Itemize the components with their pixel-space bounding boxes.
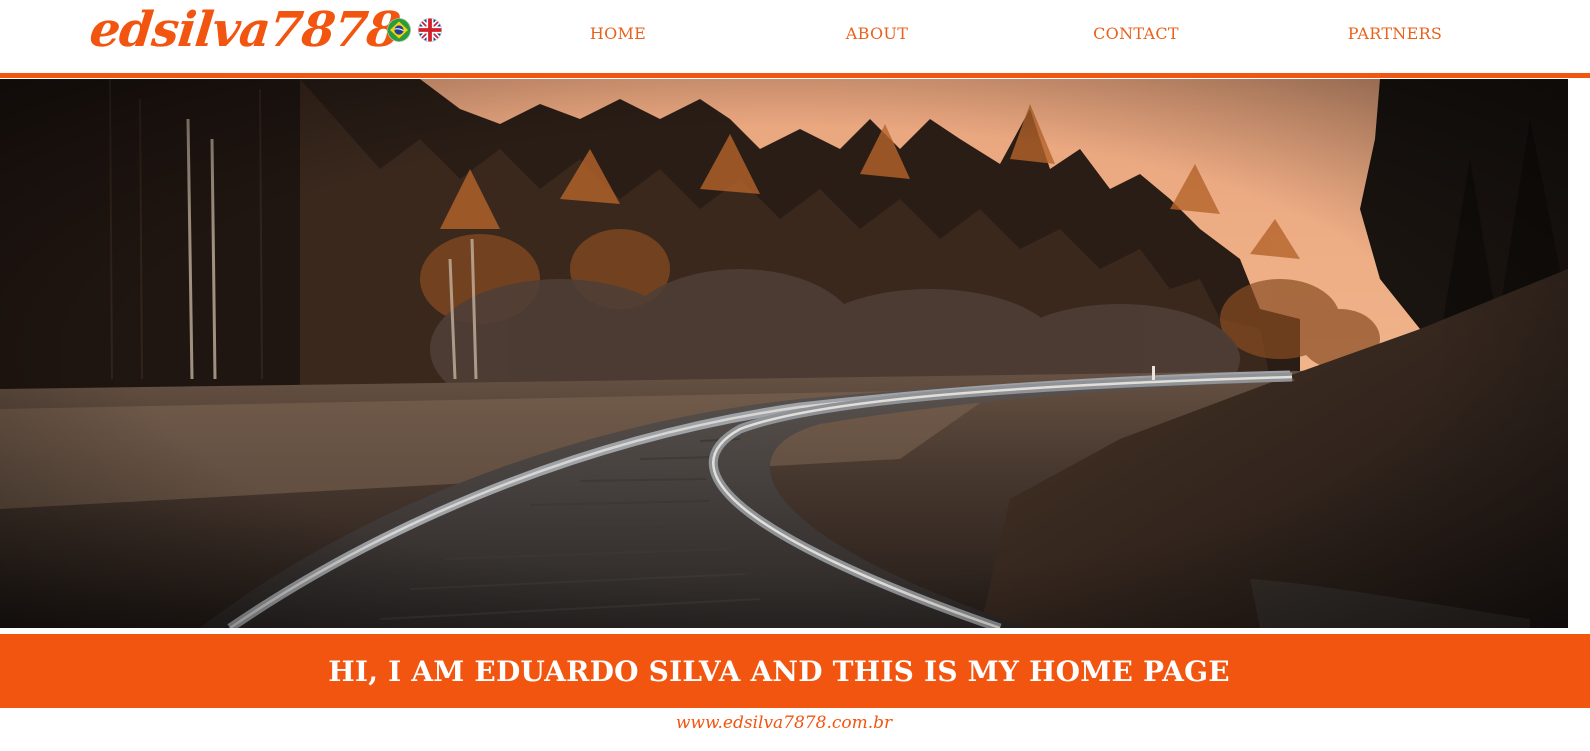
nav-home-link[interactable]: HOME bbox=[590, 24, 646, 43]
header-divider bbox=[0, 73, 1590, 78]
welcome-heading: HI, I AM EDUARDO SILVA AND THIS IS MY HO… bbox=[328, 654, 1230, 688]
footer-website-url[interactable]: www.edsilva7878.com.br bbox=[0, 713, 1568, 733]
nav-contact-link[interactable]: CONTACT bbox=[1093, 24, 1179, 43]
nav-partners-link[interactable]: PARTNERS bbox=[1348, 24, 1442, 43]
hero-image bbox=[0, 79, 1568, 628]
main-nav: HOME ABOUT CONTACT PARTNERS bbox=[0, 24, 1590, 48]
site-header: edsilva7878 HOME ABOUT CONTACT PARTNERS bbox=[0, 0, 1590, 74]
railway-forest-photo bbox=[0, 79, 1568, 628]
welcome-banner: HI, I AM EDUARDO SILVA AND THIS IS MY HO… bbox=[0, 634, 1590, 708]
nav-about-link[interactable]: ABOUT bbox=[846, 24, 908, 43]
